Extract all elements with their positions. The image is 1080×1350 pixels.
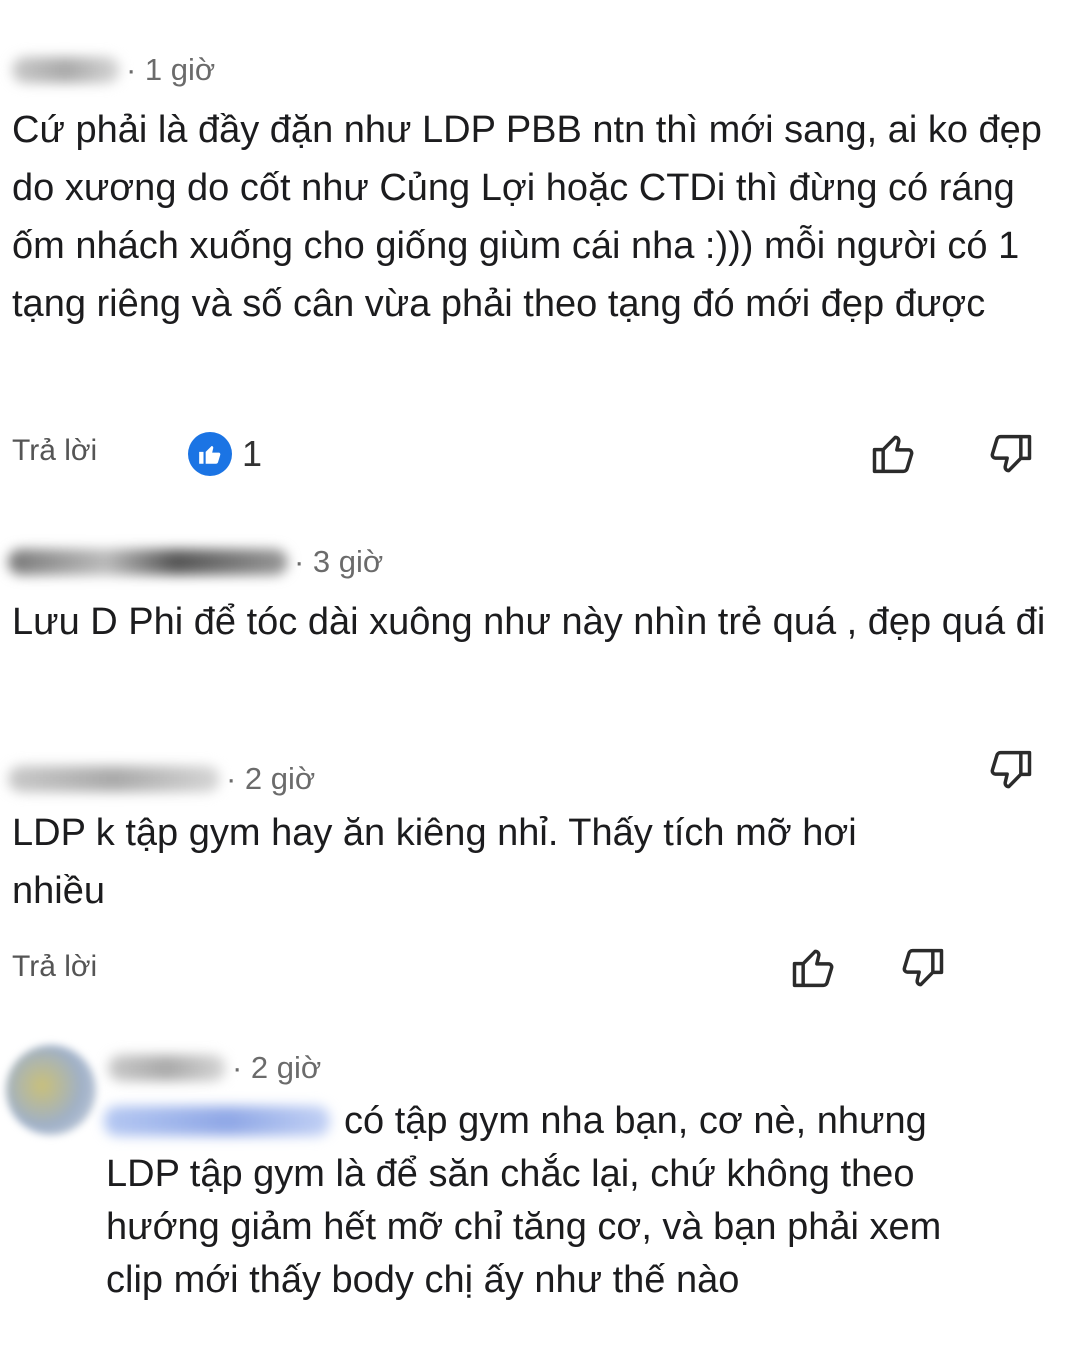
comment-text: Cứ phải là đầy đặn như LDP PBB ntn thì m… <box>12 109 1042 325</box>
comment-text: LDP k tập gym hay ăn kiêng nhỉ. Thấy tíc… <box>12 812 857 912</box>
thumbs-down-icon[interactable] <box>896 942 948 994</box>
like-badge-icon <box>188 432 232 476</box>
author-name-blurred[interactable] <box>108 1055 226 1081</box>
like-count: 1 <box>242 433 263 474</box>
comment-meta: · 2 giờ <box>108 1048 321 1088</box>
thumbs-down-icon[interactable] <box>984 428 1036 480</box>
comment-actions: Trả lời <box>0 940 1080 1000</box>
comment-text: có tập gym nha bạn, cơ nè, nhưng LDP tập… <box>106 1100 942 1301</box>
comment-time: · 3 giờ <box>294 544 384 579</box>
thumbs-up-icon[interactable] <box>788 942 840 994</box>
comment-actions: Trả lời 1 <box>0 424 1080 484</box>
thumbs-up-icon[interactable] <box>868 428 920 480</box>
avatar[interactable] <box>6 1045 96 1135</box>
comment-time: · 2 giờ <box>226 761 316 796</box>
like-badge[interactable]: 1 <box>188 432 262 476</box>
author-name-blurred[interactable] <box>12 57 120 83</box>
author-name-blurred[interactable] <box>8 766 220 792</box>
thumbs-down-icon[interactable] <box>984 744 1036 796</box>
comment-meta: · 1 giờ <box>12 50 215 90</box>
comment-time: · 1 giờ <box>126 52 216 87</box>
comment-meta: · 2 giờ <box>8 759 315 799</box>
author-name-blurred[interactable] <box>8 549 288 575</box>
comment-time: · 2 giờ <box>232 1050 322 1085</box>
comment-meta: · 3 giờ <box>8 542 383 582</box>
comment-text: Lưu D Phi để tóc dài xuông như này nhìn … <box>12 601 1046 643</box>
reply-button[interactable]: Trả lời <box>12 434 97 468</box>
reply-button[interactable]: Trả lời <box>12 950 97 984</box>
